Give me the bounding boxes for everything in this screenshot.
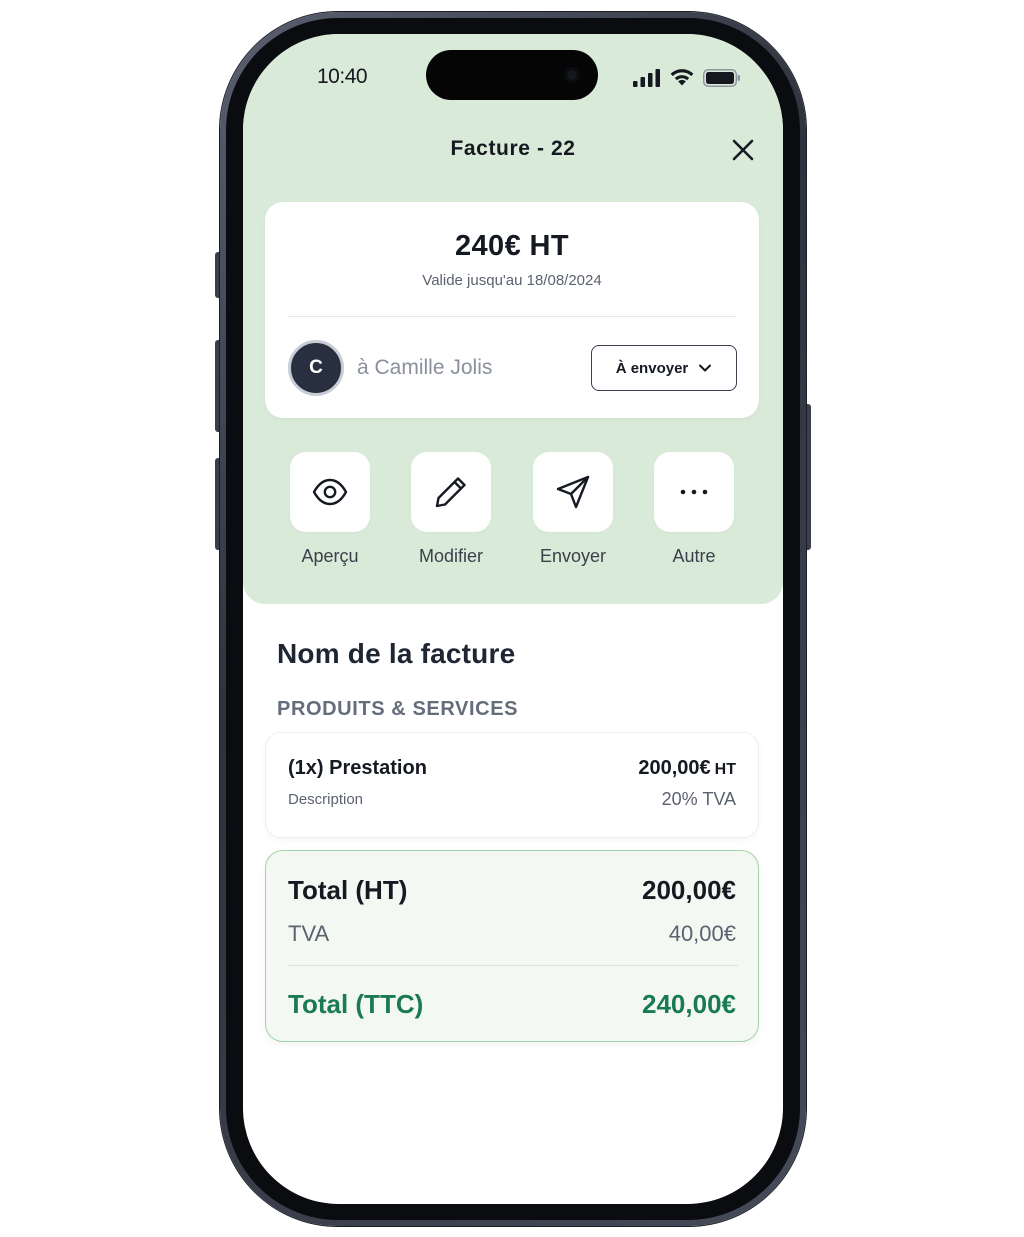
total-ht-value: 200,00€ [642, 875, 736, 905]
send-icon [556, 475, 590, 509]
close-icon [732, 139, 754, 161]
product-tax: 20% TVA [661, 789, 736, 809]
product-price-unit: HT [714, 761, 736, 778]
client-name: à Camille Jolis [357, 356, 493, 379]
product-line-item[interactable]: (1x) Prestation Description 200,00€ HT 20… [265, 732, 759, 838]
phone-screen: 10:40 Facture - 22 240€ HT Valide jusqu'… [243, 34, 783, 1204]
product-description: Description [288, 791, 364, 808]
product-price-value: 200,00€ [638, 757, 711, 779]
more-label: Autre [672, 546, 716, 566]
preview-button[interactable]: Aperçu [280, 452, 380, 567]
products-section-title: PRODUITS & SERVICES [277, 698, 519, 720]
cellular-signal-icon [633, 68, 660, 87]
battery-icon [703, 68, 740, 87]
invoice-summary-card: 240€ HT Valide jusqu'au 18/08/2024 C à C… [265, 202, 759, 418]
edit-button[interactable]: Modifier [401, 452, 501, 567]
invoice-status-label: À envoyer [615, 359, 689, 377]
edit-tile [411, 452, 491, 532]
invoice-status-dropdown[interactable]: À envoyer [591, 345, 737, 391]
send-tile [533, 452, 613, 532]
invoice-name: Nom de la facture [277, 638, 516, 669]
totals-divider [288, 965, 738, 966]
invoice-amount: 240€ HT [454, 230, 570, 262]
preview-tile [290, 452, 370, 532]
wifi-icon [670, 69, 694, 86]
more-button[interactable]: Autre [644, 452, 744, 567]
send-button[interactable]: Envoyer [523, 452, 623, 567]
chevron-down-icon [699, 364, 712, 372]
invoice-title: Facture - 22 [450, 137, 576, 160]
product-price: 200,00€ HT [638, 757, 736, 780]
send-label: Envoyer [539, 546, 607, 566]
preview-label: Aperçu [301, 546, 359, 566]
total-ttc-value: 240,00€ [642, 989, 736, 1019]
tva-label: TVA [288, 921, 330, 946]
pencil-icon [435, 477, 466, 508]
totals-card: Total (HT) 200,00€ TVA 40,00€ Total (TTC… [265, 850, 759, 1042]
total-ttc-label: Total (TTC) [288, 989, 424, 1019]
more-icon [680, 489, 708, 495]
close-button[interactable] [729, 136, 757, 164]
dynamic-island [426, 50, 598, 100]
status-time: 10:40 [317, 65, 368, 88]
summary-divider [287, 316, 737, 317]
status-icons [633, 68, 741, 87]
edit-label: Modifier [418, 546, 484, 566]
tva-value: 40,00€ [668, 921, 736, 946]
front-camera-icon [564, 67, 580, 83]
more-tile [654, 452, 734, 532]
client-avatar: C [288, 340, 344, 396]
total-ht-label: Total (HT) [288, 875, 408, 905]
product-name: (1x) Prestation [288, 757, 427, 779]
invoice-validity: Valide jusqu'au 18/08/2024 [422, 272, 602, 289]
eye-icon [312, 478, 348, 506]
